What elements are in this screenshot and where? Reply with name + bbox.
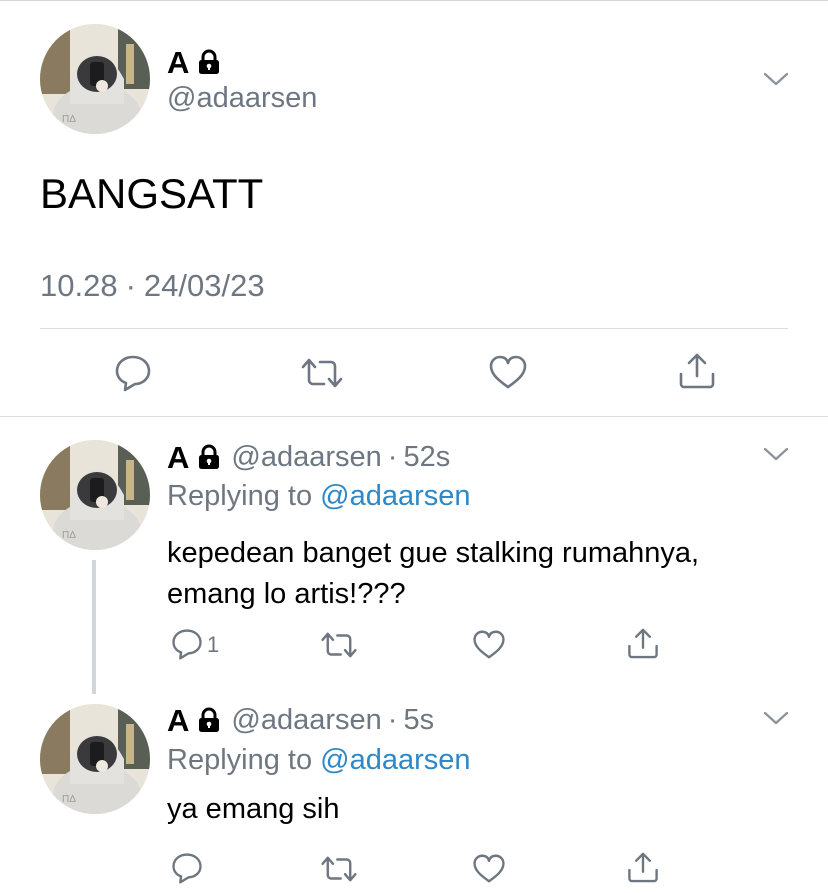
reply-icon[interactable] [170,852,204,884]
dot-separator: · [387,703,398,736]
thread-line [92,560,96,694]
lock-icon [195,48,223,76]
section-divider [0,416,828,417]
like-icon[interactable] [472,629,506,660]
divider [40,328,788,329]
reply-header: A @adaarsen · 5s [167,703,434,737]
reply-text-line: emang lo artis!??? [167,578,406,610]
replying-to-line: Replying to @adaarsen [167,480,471,513]
avatar[interactable]: ΠΔ [40,440,150,550]
reply-text-line: kepedean banget gue stalking rumahnya, [167,537,700,569]
tweet-timestamp[interactable]: 10.28 · 24/03/23 [40,268,265,304]
timestamp-separator: · [125,268,136,303]
author-name-row: A [167,45,223,79]
avatar[interactable]: ΠΔ [40,704,150,814]
reply-text: ya emang sih [167,793,340,825]
chevron-down-icon[interactable] [763,446,789,462]
retweet-icon[interactable] [320,854,358,884]
like-icon[interactable] [472,853,506,884]
top-border [0,0,828,1]
lock-icon [195,706,223,734]
share-icon[interactable] [626,851,660,884]
svg-text:ΠΔ: ΠΔ [62,530,76,541]
share-icon[interactable] [677,352,717,390]
replying-to-link[interactable]: @adaarsen [320,744,470,776]
author-name: A [167,439,190,475]
reply-text: kepedean banget gue stalking rumahnya, e… [167,533,699,615]
author-name: A [167,44,190,80]
svg-text:ΠΔ: ΠΔ [62,794,76,805]
author-handle[interactable]: @adaarsen [231,704,381,737]
replying-prefix: Replying to [167,480,313,512]
author-name: A [167,702,190,738]
chevron-down-icon[interactable] [763,710,789,726]
reply-icon[interactable] [113,354,153,392]
replying-to-line: Replying to @adaarsen [167,744,471,777]
retweet-icon[interactable] [300,356,344,390]
avatar[interactable]: ΠΔ [40,24,150,134]
share-icon[interactable] [626,627,660,660]
reply-icon[interactable] [170,628,204,660]
svg-text:ΠΔ: ΠΔ [62,114,76,125]
reply-header: A @adaarsen · 52s [167,440,450,474]
reply-age: 5s [403,703,435,736]
reply-count: 1 [207,632,220,657]
tweet-date: 24/03/23 [143,268,265,303]
author-handle[interactable]: @adaarsen [167,82,317,115]
reply-age: 52s [403,440,451,473]
chevron-down-icon[interactable] [763,71,789,87]
like-icon[interactable] [488,354,528,390]
author-handle[interactable]: @adaarsen [231,441,381,474]
dot-separator: · [387,440,398,473]
lock-icon [195,443,223,471]
retweet-icon[interactable] [320,630,358,660]
replying-to-link[interactable]: @adaarsen [320,480,470,512]
replying-prefix: Replying to [167,744,313,776]
tweet-text: BANGSATT [40,170,264,217]
tweet-time: 10.28 [40,268,118,303]
